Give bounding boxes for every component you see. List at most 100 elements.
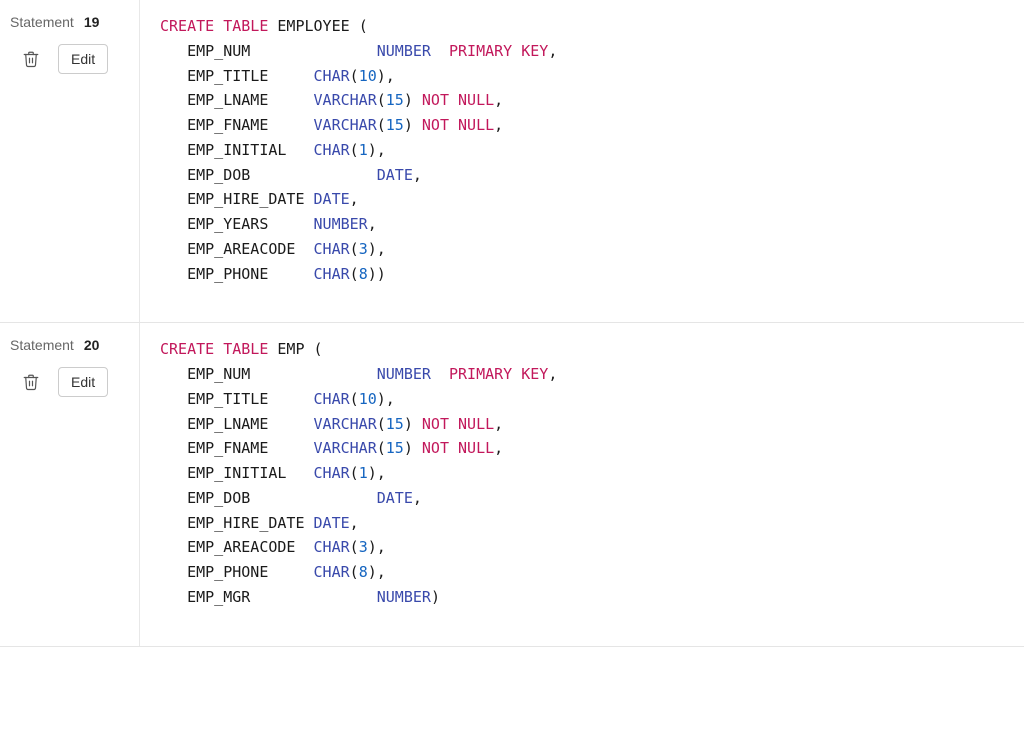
code-token: ,	[413, 166, 422, 184]
code-token: ,	[350, 514, 359, 532]
statement-sidebar: Statement 19 Edit	[0, 0, 140, 322]
code-token: ,	[377, 141, 386, 159]
code-token: ,	[494, 116, 503, 134]
code-token: CHAR	[314, 67, 350, 85]
code-token: )	[404, 439, 413, 457]
trash-icon	[22, 50, 40, 68]
code-token: DATE	[314, 190, 350, 208]
code-token: CHAR	[314, 538, 350, 556]
code-token: EMP_FNAME	[160, 439, 314, 457]
code-token	[413, 415, 422, 433]
code-token: NULL	[458, 91, 494, 109]
code-token: 10	[359, 390, 377, 408]
edit-button[interactable]: Edit	[58, 367, 108, 397]
code-token: NUMBER	[377, 42, 431, 60]
statement-controls: Edit	[8, 367, 129, 397]
code-token: (	[350, 563, 359, 581]
code-token: ,	[377, 538, 386, 556]
statement-label: Statement	[10, 14, 74, 30]
code-token: CREATE	[160, 340, 214, 358]
code-token: 15	[386, 116, 404, 134]
code-token	[512, 42, 521, 60]
code-token: DATE	[377, 166, 413, 184]
statement-header: Statement 19	[8, 14, 129, 30]
code-token: )	[368, 464, 377, 482]
code-token: TABLE	[223, 340, 268, 358]
code-token: (	[350, 538, 359, 556]
code-token	[413, 116, 422, 134]
code-token: )	[404, 116, 413, 134]
statement-label: Statement	[10, 337, 74, 353]
code-token: PRIMARY	[449, 365, 512, 383]
delete-button[interactable]	[22, 373, 40, 391]
code-token: EMP_INITIAL	[160, 464, 314, 482]
code-token: 8	[359, 563, 368, 581]
code-token: ,	[548, 365, 557, 383]
code-token: CHAR	[314, 141, 350, 159]
code-token: )	[368, 563, 377, 581]
code-token: ,	[413, 489, 422, 507]
code-token: 10	[359, 67, 377, 85]
code-token: (	[350, 464, 359, 482]
code-token: EMP_NUM	[160, 365, 377, 383]
code-token: (	[377, 415, 386, 433]
trash-icon	[22, 373, 40, 391]
code-token: ,	[377, 563, 386, 581]
code-token: CHAR	[314, 563, 350, 581]
code-token	[512, 365, 521, 383]
code-token: CHAR	[314, 240, 350, 258]
code-token: )	[368, 265, 377, 283]
sql-code[interactable]: CREATE TABLE EMPLOYEE ( EMP_NUM NUMBER P…	[140, 0, 1024, 322]
code-token: (	[350, 265, 359, 283]
code-token: VARCHAR	[314, 439, 377, 457]
code-token: EMP_PHONE	[160, 563, 314, 581]
code-token: )	[431, 588, 440, 606]
code-token: (	[350, 390, 359, 408]
code-token: 3	[359, 240, 368, 258]
code-token: (	[350, 141, 359, 159]
code-token: EMP_LNAME	[160, 91, 314, 109]
code-token: (	[359, 17, 368, 35]
code-token	[449, 91, 458, 109]
code-token: 15	[386, 415, 404, 433]
edit-button[interactable]: Edit	[58, 44, 108, 74]
code-token	[214, 340, 223, 358]
code-token: EMPLOYEE	[268, 17, 358, 35]
code-token: CHAR	[314, 464, 350, 482]
code-token: 8	[359, 265, 368, 283]
code-token: EMP_LNAME	[160, 415, 314, 433]
code-token: NOT	[422, 91, 449, 109]
statement-sidebar: Statement20 Edit	[0, 323, 140, 645]
code-token: NOT	[422, 415, 449, 433]
statement-controls: Edit	[8, 44, 129, 74]
code-token: )	[377, 67, 386, 85]
code-token: (	[377, 91, 386, 109]
code-token: EMP_FNAME	[160, 116, 314, 134]
code-token: VARCHAR	[314, 415, 377, 433]
code-token: CREATE	[160, 17, 214, 35]
code-token: ,	[350, 190, 359, 208]
code-token: EMP_NUM	[160, 42, 377, 60]
code-token	[431, 42, 449, 60]
code-token: EMP_PHONE	[160, 265, 314, 283]
code-token: DATE	[377, 489, 413, 507]
code-token: VARCHAR	[314, 91, 377, 109]
code-token: 1	[359, 141, 368, 159]
code-token	[214, 17, 223, 35]
code-token: 3	[359, 538, 368, 556]
code-token: (	[350, 67, 359, 85]
code-token: EMP_HIRE_DATE	[160, 514, 314, 532]
code-token: EMP_DOB	[160, 489, 377, 507]
statement-header: Statement20	[8, 337, 129, 353]
code-token: EMP_INITIAL	[160, 141, 314, 159]
code-token: EMP_AREACODE	[160, 240, 314, 258]
sql-code[interactable]: CREATE TABLE EMP ( EMP_NUM NUMBER PRIMAR…	[140, 323, 1024, 645]
delete-button[interactable]	[22, 50, 40, 68]
code-token: NOT	[422, 116, 449, 134]
statement-block: Statement20 Edit CREATE TABLE EMP ( EMP_NU…	[0, 323, 1024, 646]
code-token	[431, 365, 449, 383]
statement-number: 19	[84, 14, 100, 30]
code-token: ,	[494, 415, 503, 433]
statement-block: Statement 19 Edit CREATE TABLE EMPLOYEE ( E…	[0, 0, 1024, 323]
code-token: NULL	[458, 116, 494, 134]
